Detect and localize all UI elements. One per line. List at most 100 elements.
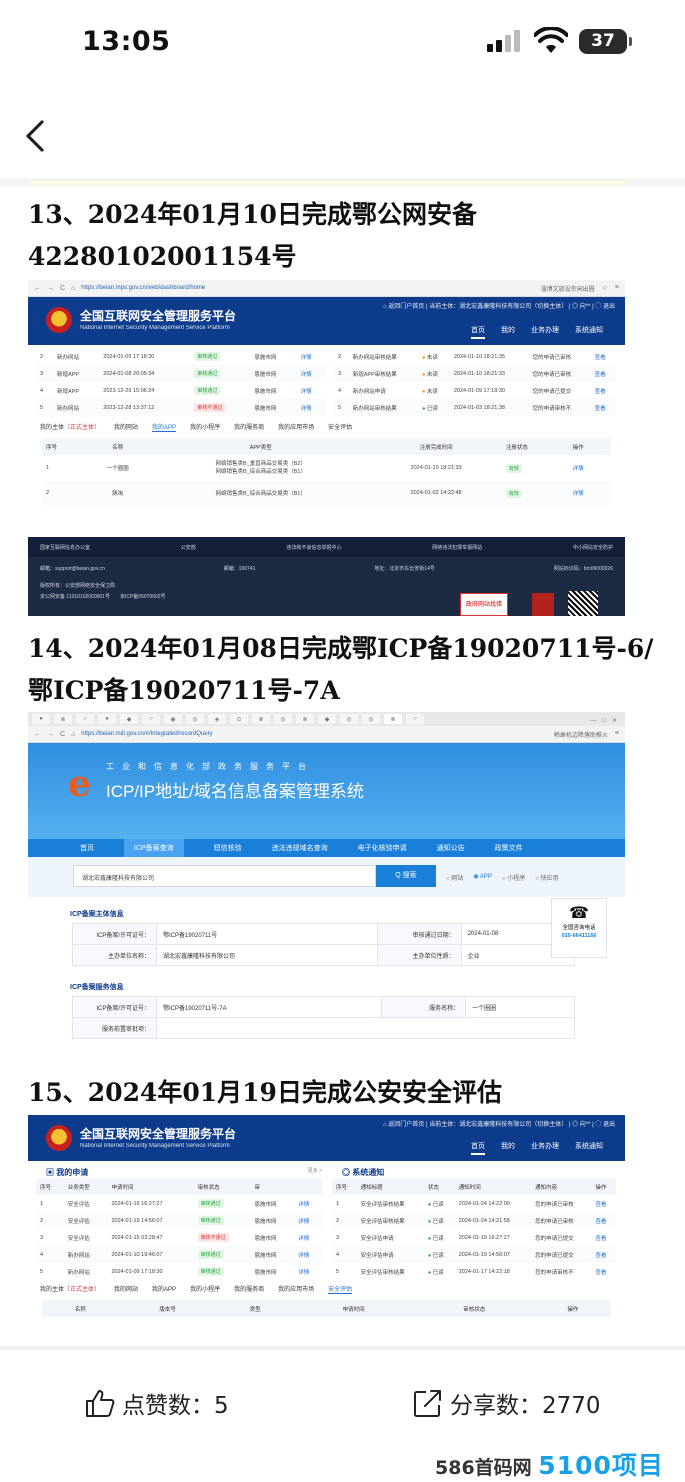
apply-table: 2 新办网站 2024-01-09 17:18:30 审核通过 恩施市网 详情 3 新增APP… [36,348,326,416]
table-row: 5安全评估审核结果已读2024-01-17 14:22:18您的申请审核不查看 [332,1263,616,1280]
browser-search-text: 淄博文旅设宗闲出圈 [540,286,595,293]
table-row: 1 安全评估 2024-01-19 16:27:27 审核通过 恩施市网 详情 [40,1199,310,1208]
nav-home: 首页 [471,325,485,339]
battery-icon: 37 [579,29,632,54]
query-input: 湖北宏鑫康隆科技有限公司 [73,865,376,887]
notice-table: 2新办网站审核结果未读2024-01-10 18:21:35您的申请已审核查看3… [334,348,616,416]
site-footer: 国家互联网信息办公室 公安部 违法和不良信息举报中心 网络违法犯罪举报网站 中小网站… [28,537,625,616]
miit-nav: 首页 ICP备案查询 短信核验 违法违规域名查询 电子化核验申请 通知公告 政策… [28,839,625,857]
table-row: 1安全评估审核结果已读2024-01-24 14:22:00您的申请已审核查看 [332,1195,616,1212]
like-count: 点赞数：5 [122,1393,229,1419]
site-nav: 首页 我的 业务办理 系统通知 [471,1141,603,1155]
table-row: 5新办网站审核结果已读2024-01-03 18:21:38您的申请审核不查看 [334,399,616,416]
browser-address-bar: ← → C ⌂ https://beian.mps.gov.cn/web/das… [28,280,625,297]
miit-banner: e 工业和信息化部政务服务平台 ICP/IP地址/域名信息备案管理系统 [28,743,625,839]
back-icon: ← [34,730,41,738]
reload-icon: C [60,284,66,292]
nav-notice: 系统通知 [575,327,603,334]
back-icon: ← [34,284,41,292]
tab-my-app: 我的APP [152,422,177,432]
tab-my-website: 我的网站 [114,425,139,431]
forward-icon: → [47,284,54,292]
reload-icon: C [60,730,66,738]
url-text: https://beian.mps.gov.cn/web/dashboard/h… [81,285,206,291]
table-row: 2 新办网站 2024-01-09 17:18:30 审核通过 恩施市网 详情 [40,352,312,361]
search-button: Q 搜索 [376,865,436,887]
section-heading: 15、2024年01月19日完成公安安全评估 [28,1078,502,1107]
home-icon: ⌂ [71,730,76,738]
tab-security-eval: 安全评估 [328,425,353,431]
table-row: 4 新增APP 2023-12-29 15:06:24 审核通过 恩施市网 详情 [40,386,312,395]
query-type-options: ○ 网站 ◉ APP ○ 小程序 ○ 快应用 [446,874,559,882]
tab-my-subject: 我的主体（正式主体） [40,425,101,431]
tab-my-miniprogram: 我的小程序 [190,425,221,431]
subject-tabs: 我的主体（正式主体） 我的网站 我的APP 我的小程序 我的服务商 我的应用市场… [28,416,625,438]
nav-business: 业务办理 [531,327,559,334]
forward-icon: → [47,730,54,738]
url-text: https://beian.miit.gov.cn/#/Integrated/r… [81,731,213,737]
table-row: 3安全评估申请已读2024-01-19 16:27:27您的申请已提交查看 [332,1229,616,1246]
police-emblem-icon [46,307,72,333]
browser-address-bar: ← → C ⌂ https://beian.miit.gov.cn/#/Inte… [28,726,625,743]
tab-my-provider: 我的服务商 [234,425,265,431]
signal-icon [487,30,523,52]
site-title: 全国互联网安全管理服务平台 [80,309,237,323]
section-heading-continued: 42280102001154号 [28,242,297,271]
section-subject-info: ICP备案主体信息 [70,911,124,918]
browser-tab-strip: ● ⊗ ○ ● ◆ ○ ◉ ◎ ◈ ⊙ ⊗ ◎ ⊗ ◆ ◎ ◎ ⊗ ○ — □ ✕ [28,712,625,726]
header-user-bar: ⌂ 返回门户首页 | 当前主体：湖北宏鑫康隆科技有限公司（切换主体） | ◎ 向… [383,1122,615,1128]
consult-phone-box: ☎ 全国咨询电话 010-66411166 [551,898,607,958]
like-button[interactable]: 点赞数：5 [84,1386,229,1420]
phone-icon: ☎ [569,905,589,922]
subject-info-table: ICP备案/许可证号： 鄂ICP备19020711号 审核通过日期： 2024-01… [72,923,576,966]
watermark: 586首码网 5100项目网 [435,1451,664,1480]
table-row: 4安全评估申请已读2024-01-19 14:56:07您的申请已提交查看 [332,1246,616,1263]
emblem-icon [532,593,554,616]
table-row: 5 新办网站 2024-01-09 17:18:30 审核通过 恩施市网 详情 [40,1267,310,1276]
banner-title: ICP/IP地址/域名信息备案管理系统 [106,782,364,801]
section-heading: 13、2024年01月10日完成鄂公网安备 [28,200,477,229]
apply-table: 序号 业务类型 申请时间 审核状态 审 1 安全评估 2024-01-19 16:27:… [36,1178,322,1280]
site-header: 全国互联网安全管理服务平台 National Internet Security… [28,1115,625,1161]
thumbs-up-icon [86,1390,115,1417]
table-row: 2安全评估审核结果已读2024-01-24 14:21:58您的申请已审核查看 [332,1212,616,1229]
site-title: 全国互联网安全管理服务平台 [80,1127,237,1141]
miit-logo-icon: e [68,763,91,805]
section-heading-continued: 鄂ICP备19020711号-7A [28,676,340,705]
table-row: 2新办网站审核结果未读2024-01-10 18:21:35您的申请已审核查看 [334,348,616,365]
site-subtitle: National Internet Security Management Se… [80,1143,230,1149]
query-row: 湖北宏鑫康隆科技有限公司 Q 搜索 ○ 网站 ◉ APP ○ 小程序 ○ 快应用 [28,857,625,897]
table-row: 3新增APP审核结果未读2024-01-10 18:21:33您的申请已审核查看 [334,365,616,382]
status-time: 13:05 [82,26,171,57]
home-icon: ⌂ [71,284,76,292]
menu-icon: ≡ [614,283,619,291]
site-subtitle: National Internet Security Management Se… [80,325,230,331]
site-header: 全国互联网安全管理服务平台 National Internet Security… [28,297,625,345]
section-service-info: ICP备案服务信息 [70,984,124,991]
screenshot-mps-dashboard: ← → C ⌂ https://beian.mps.gov.cn/web/das… [28,280,625,616]
star-icon: ☆ [601,284,608,292]
security-eval-table: 名称 版本号 类型 申请时间 审核状态 操作 [42,1300,611,1317]
notice-table: 序号通知标题 状态通知时间 通知内容操作 1安全评估审核结果已读2024-01-… [332,1178,616,1280]
table-row: 2 安全评估 2024-01-19 14:56:07 审核通过 恩施市网 详情 [36,1212,322,1229]
table-row: 2 脉淘 网络销售类B_综合商品交易类（B1） 2024-01-02 14:22:… [42,481,611,505]
qr-code-icon [568,591,598,616]
table-row: 5 新办网站 2023-12-28 13:37:12 审核不通过 恩施市网 详情 [36,399,326,416]
sys-notice-title: ◎ 系统通知 [342,1168,385,1177]
table-row: 3 新增APP 2024-01-08 20:05:34 审核通过 恩施市网 详情 [36,365,326,382]
screenshot-miit-query: ● ⊗ ○ ● ◆ ○ ◉ ◎ ◈ ⊙ ⊗ ◎ ⊗ ◆ ◎ ◎ ⊗ ○ — □ ✕ ← → C ⌂ https… [28,712,625,1062]
my-apply-title: ▣ 我的申请 更多 > [46,1168,322,1177]
share-button[interactable]: 分享数：2770 [412,1386,601,1420]
screenshot-mps-security-eval: 全国互联网安全管理服务平台 National Internet Security… [28,1115,625,1347]
tab-my-appmarket: 我的应用市场 [278,425,315,431]
police-emblem-icon [46,1125,72,1151]
back-arrow-icon[interactable] [22,118,52,154]
table-row: 4新办网站申请未读2024-01-09 17:18:30您的申请已提交查看 [334,382,616,399]
share-count: 分享数：2770 [450,1393,601,1419]
divider-highlight [30,181,625,185]
browser-search-text: 韩衰机边降落助推火 [553,732,608,739]
nav-mine: 我的 [501,327,515,334]
table-row: 1 一个圈圈 网络销售类B_垂直商品交易类（B2） 网络销售类B_综合商品交易类（B… [46,461,584,475]
table-row: 4 新办网站 2024-01-10 19:46:07 审核通过 恩施市网 详情 [36,1246,322,1263]
site-nav: 首页 我的 业务办理 系统通知 [471,325,603,339]
